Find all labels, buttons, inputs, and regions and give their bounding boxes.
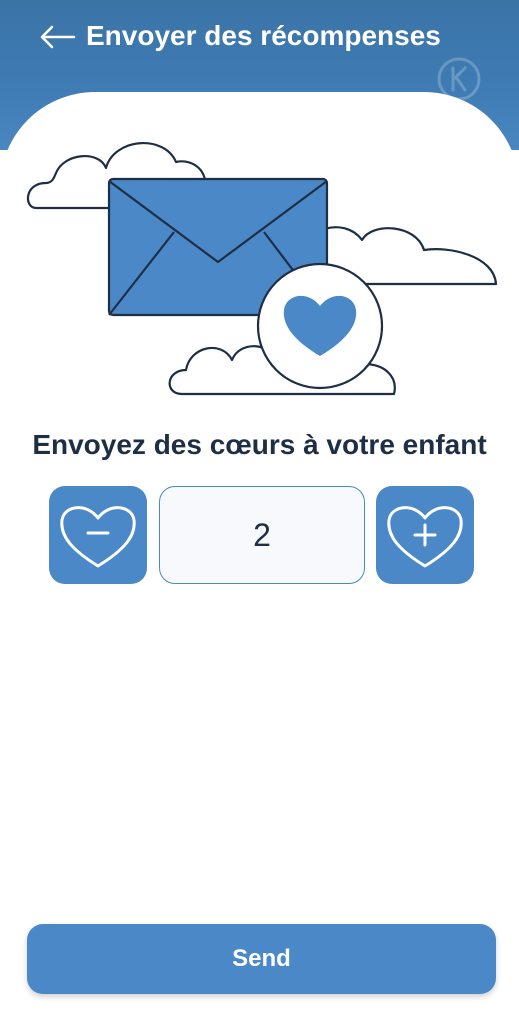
- heart-minus-icon: [60, 506, 136, 568]
- instruction-heading: Envoyez des cœurs à votre enfant: [32, 429, 487, 460]
- send-button[interactable]: Send: [27, 924, 496, 994]
- send-button-label: Send: [232, 945, 291, 972]
- increment-button[interactable]: [376, 486, 474, 584]
- heart-plus-icon: [387, 506, 463, 568]
- decrement-button[interactable]: [49, 486, 147, 584]
- heart-icon: [256, 262, 384, 390]
- envelope-illustration: [26, 141, 498, 396]
- quantity-value: 2: [253, 516, 271, 553]
- arrow-left-icon: [40, 25, 76, 49]
- page-title: Envoyer des récompenses: [86, 20, 441, 51]
- back-button[interactable]: [36, 20, 78, 54]
- quantity-field[interactable]: 2: [159, 486, 365, 584]
